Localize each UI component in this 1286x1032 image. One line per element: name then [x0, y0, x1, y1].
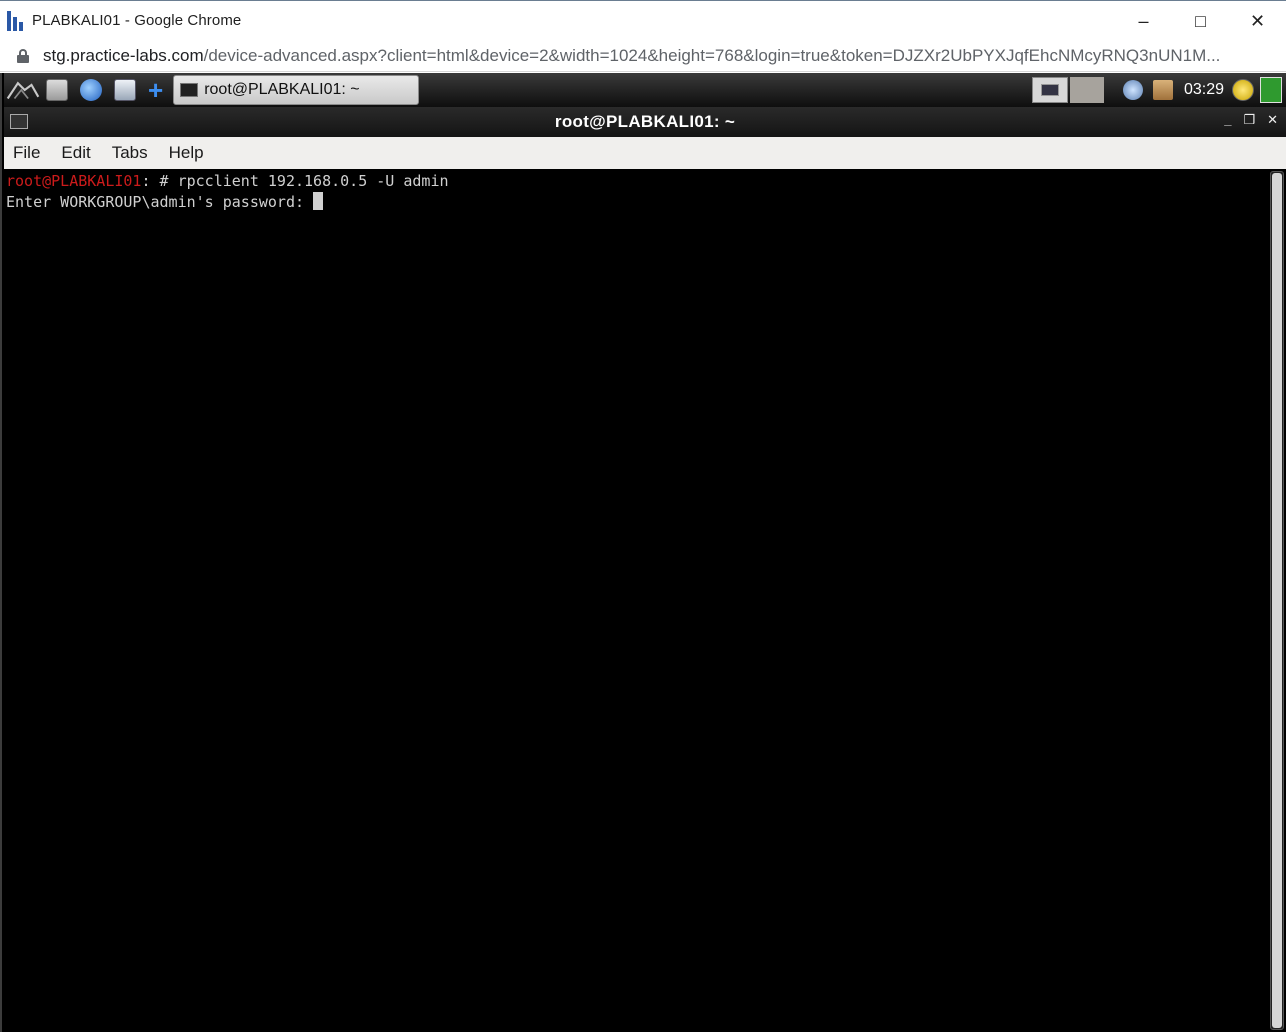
system-tray: 03:29: [1031, 73, 1286, 107]
alert-icon[interactable]: [1232, 79, 1254, 101]
minimize-button[interactable]: –: [1115, 1, 1172, 41]
logout-icon[interactable]: [1260, 77, 1282, 103]
terminal-menu-bar: File Edit Tabs Help: [4, 137, 1286, 169]
text-cursor: [313, 192, 324, 210]
add-icon[interactable]: +: [148, 77, 163, 103]
address-bar[interactable]: stg.practice-labs.com/device-advanced.as…: [0, 40, 1286, 72]
clipboard-icon[interactable]: [1152, 80, 1173, 100]
menu-tabs[interactable]: Tabs: [112, 143, 148, 163]
terminal-minimize-button[interactable]: _: [1224, 112, 1231, 128]
terminal-close-button[interactable]: ✕: [1267, 112, 1278, 128]
scrollbar-thumb[interactable]: [1272, 173, 1282, 1028]
terminal-title-bar[interactable]: root@PLABKALI01: ~ _ ❒ ✕: [4, 107, 1286, 137]
workspace-2-button[interactable]: [1069, 77, 1104, 103]
file-manager-icon[interactable]: [46, 79, 68, 101]
command-line: root@PLABKALI01: # rpcclient 192.168.0.5…: [6, 171, 1268, 192]
remote-desktop[interactable]: + root@PLABKALI01: ~ 03:29 root@PLABKALI…: [0, 73, 1286, 1032]
terminal-icon: [180, 83, 199, 97]
terminal-window-icon[interactable]: [10, 114, 28, 129]
panel-clock[interactable]: 03:29: [1184, 81, 1224, 99]
prompt-user: root@PLABKALI01: [6, 172, 142, 190]
desktop-panel: + root@PLABKALI01: ~ 03:29: [4, 73, 1286, 107]
menu-edit[interactable]: Edit: [61, 143, 90, 163]
taskbar-terminal-button[interactable]: root@PLABKALI01: ~: [173, 75, 420, 105]
terminal-output[interactable]: root@PLABKALI01: # rpcclient 192.168.0.5…: [4, 169, 1268, 1032]
password-prompt-line: Enter WORKGROUP\admin's password:: [6, 192, 1268, 213]
show-desktop-icon[interactable]: [114, 79, 136, 101]
url-host: stg.practice-labs.com: [43, 45, 204, 65]
close-button[interactable]: ✕: [1229, 1, 1286, 41]
taskbar-terminal-label: root@PLABKALI01: ~: [204, 81, 360, 98]
window-title: PLABKALI01 - Google Chrome: [32, 12, 242, 29]
menu-help[interactable]: Help: [169, 143, 204, 163]
command-text: : # rpcclient 192.168.0.5 -U admin: [141, 172, 449, 190]
lock-icon[interactable]: [17, 48, 29, 63]
network-icon[interactable]: [1122, 80, 1143, 100]
menu-file[interactable]: File: [13, 143, 40, 163]
terminal-title: root@PLABKALI01: ~: [554, 112, 736, 131]
password-prompt: Enter WORKGROUP\admin's password:: [6, 193, 314, 211]
kali-menu-button[interactable]: [6, 75, 40, 105]
url-text[interactable]: stg.practice-labs.com/device-advanced.as…: [43, 46, 1273, 66]
web-browser-icon[interactable]: [80, 79, 102, 101]
maximize-button[interactable]: □: [1172, 1, 1229, 41]
browser-title-bar: PLABKALI01 - Google Chrome – □ ✕: [0, 0, 1286, 40]
practice-labs-icon: [7, 10, 23, 31]
terminal-scrollbar[interactable]: [1270, 171, 1284, 1030]
kali-dragon-icon: [6, 81, 40, 100]
terminal-restore-button[interactable]: ❒: [1243, 112, 1255, 128]
url-path: /device-advanced.aspx?client=html&device…: [203, 45, 1221, 65]
monitor-icon: [1040, 84, 1059, 96]
workspace-1-button[interactable]: [1031, 77, 1068, 103]
